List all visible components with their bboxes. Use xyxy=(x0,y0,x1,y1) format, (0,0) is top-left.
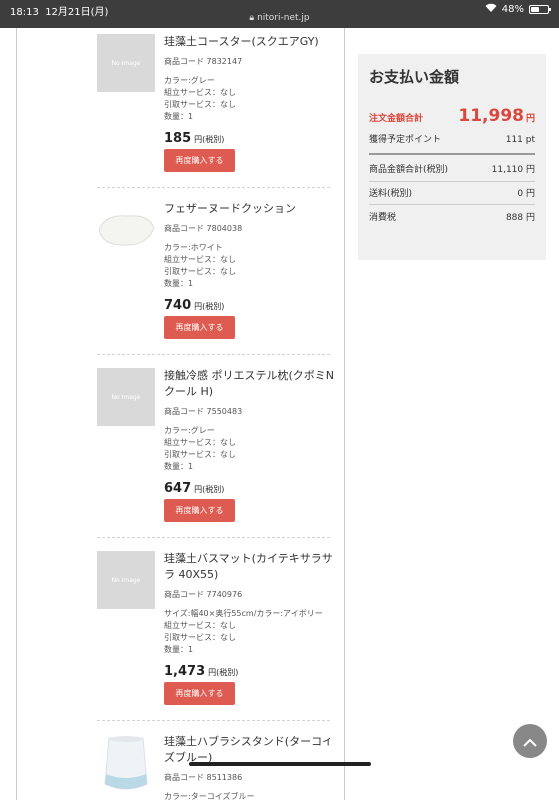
points-value: 111 pt xyxy=(505,135,535,145)
product-name[interactable]: 珪藻土コースター(スクエアGY) xyxy=(164,34,334,50)
item-divider xyxy=(97,354,330,355)
shipping-row: 送料(税別) 0 円 xyxy=(369,186,535,199)
order-total-value: 11,998 円 xyxy=(458,106,535,126)
order-item: No Image 珪藻土バスマット(カイテキサラサラ 40X55) 商品コード … xyxy=(97,551,333,721)
product-price: 647 円(税別) xyxy=(164,481,225,496)
product-name[interactable]: フェザーヌードクッション xyxy=(164,201,334,217)
wifi-icon xyxy=(485,3,497,15)
order-item: フェザーヌードクッション 商品コード 7804038 カラー:ホワイト 組立サービ… xyxy=(97,201,330,351)
product-image-placeholder[interactable]: No Image xyxy=(97,551,155,609)
payment-summary: お支払い金額 注文金額合計 11,998 円 獲得予定ポイント 111 pt 商品… xyxy=(358,54,546,260)
subtotal-label: 商品金額合計(税別) xyxy=(369,165,449,175)
product-attributes: サイズ:幅40×奥行55cm/カラー:アイボリー 組立サービス：なし 引取サービス：… xyxy=(164,609,323,654)
product-attributes: カラー:ホワイト 組立サービス：なし 引取サービス：なし 数量：1 xyxy=(164,243,236,288)
shipping-label: 送料(税別) xyxy=(369,189,413,199)
subtotal-row: 商品金額合計(税別) 11,110 円 xyxy=(369,162,535,175)
divider xyxy=(16,28,17,800)
chevron-up-icon xyxy=(523,732,537,751)
url-bar[interactable]: 🔒︎ nitori-net.jp xyxy=(0,13,559,23)
product-price: 740 円(税別) xyxy=(164,298,225,313)
subtotal-value: 11,110 円 xyxy=(491,165,535,175)
product-price: 185 円(税別) xyxy=(164,131,225,146)
order-total-row: 注文金額合計 11,998 円 xyxy=(369,106,535,126)
url-text: nitori-net.jp xyxy=(257,13,310,23)
product-image[interactable] xyxy=(97,734,155,796)
rebuy-button[interactable]: 再度購入する xyxy=(164,316,235,339)
product-name[interactable]: 接触冷感 ポリエステル枕(クボミNクール H) xyxy=(164,368,334,400)
scroll-to-top-button[interactable] xyxy=(513,724,547,758)
rebuy-button[interactable]: 再度購入する xyxy=(164,682,235,705)
order-item: 珪藻土ハブラシスタンド(ターコイズブルー) 商品コード 8511386 カラー:… xyxy=(97,734,330,800)
product-price: 1,473 円(税別) xyxy=(164,664,239,679)
product-code: 商品コード 7550483 xyxy=(164,407,243,416)
product-image-placeholder[interactable]: No Image xyxy=(97,368,155,426)
tax-row: 消費税 888 円 xyxy=(369,210,535,223)
order-total-label: 注文金額合計 xyxy=(369,114,424,124)
product-image-placeholder[interactable]: No Image xyxy=(97,34,155,92)
battery-percent: 48% xyxy=(501,3,524,15)
divider xyxy=(369,204,535,205)
rebuy-button[interactable]: 再度購入する xyxy=(164,149,235,172)
product-name[interactable]: 珪藻土バスマット(カイテキサラサラ 40X55) xyxy=(164,551,334,583)
summary-title: お支払い金額 xyxy=(369,68,460,86)
divider xyxy=(369,181,535,182)
item-divider xyxy=(97,537,330,538)
battery-icon xyxy=(529,4,551,14)
product-code: 商品コード 7832147 xyxy=(164,57,243,66)
tax-value: 888 円 xyxy=(505,213,535,223)
order-item: No Image 接触冷感 ポリエステル枕(クボミNクール H) 商品コード 7… xyxy=(97,368,334,538)
lock-icon: 🔒︎ xyxy=(249,13,255,23)
home-indicator[interactable] xyxy=(189,762,371,766)
product-image[interactable] xyxy=(97,201,155,259)
product-code: 商品コード 8511386 xyxy=(164,773,243,782)
item-divider xyxy=(97,187,330,188)
points-row: 獲得予定ポイント 111 pt xyxy=(369,132,535,145)
tax-label: 消費税 xyxy=(369,213,397,223)
status-bar: 18:13 12月21日(月) 🔒︎ nitori-net.jp 48% xyxy=(0,0,559,28)
product-code: 商品コード 7804038 xyxy=(164,224,243,233)
order-item: No Image 珪藻土コースター(スクエアGY) 商品コード 7832147 … xyxy=(97,34,330,184)
item-divider xyxy=(97,720,330,721)
points-label: 獲得予定ポイント xyxy=(369,135,442,145)
order-history-page: No Image 珪藻土コースター(スクエアGY) 商品コード 7832147 … xyxy=(0,28,559,800)
product-code: 商品コード 7740976 xyxy=(164,590,243,599)
product-attributes: カラー:グレー 組立サービス：なし 引取サービス：なし 数量：1 xyxy=(164,76,236,121)
divider xyxy=(344,28,345,800)
product-attributes: カラー:グレー 組立サービス：なし 引取サービス：なし 数量：1 xyxy=(164,426,236,471)
shipping-value: 0 円 xyxy=(517,189,535,199)
status-indicators: 48% xyxy=(485,3,551,15)
rebuy-button[interactable]: 再度購入する xyxy=(164,499,235,522)
product-attributes: カラー:ターコイズブルー xyxy=(164,792,255,800)
divider xyxy=(369,153,535,155)
